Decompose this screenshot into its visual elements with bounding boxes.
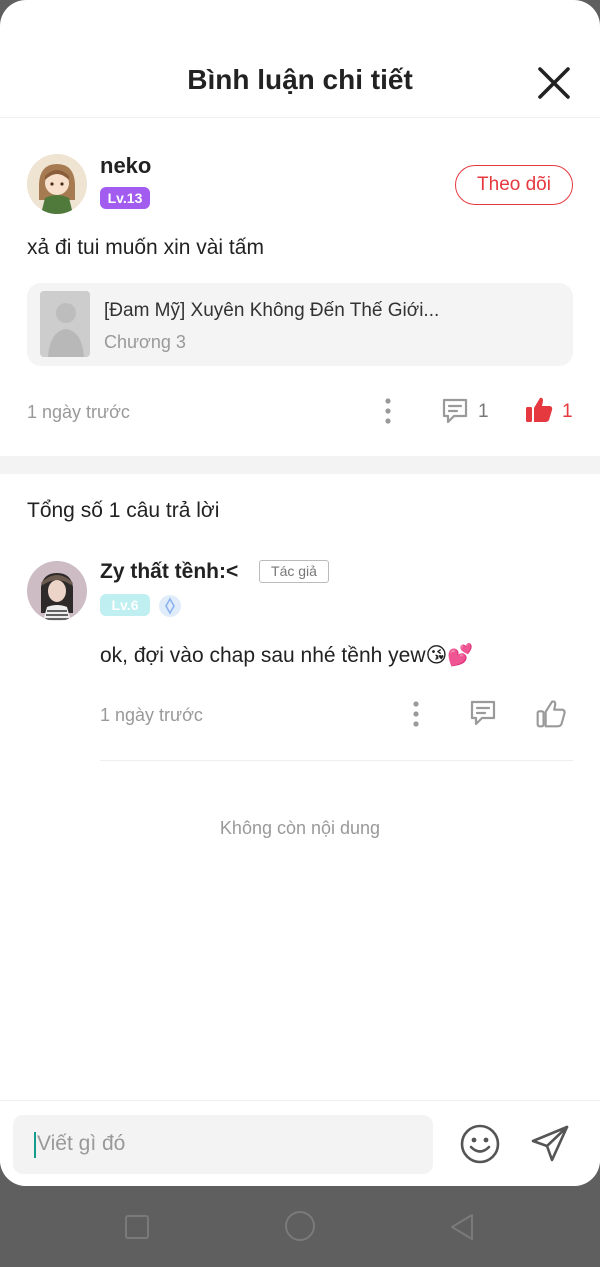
avatar-image <box>27 561 87 621</box>
emoji-icon[interactable] <box>459 1123 501 1165</box>
close-icon[interactable] <box>535 64 573 102</box>
comment-icon[interactable] <box>440 396 470 426</box>
comment-detail-sheet: Bình luận chi tiết neko Lv.13 Theo dõi x… <box>0 0 600 1186</box>
avatar[interactable] <box>27 561 87 621</box>
nav-square-icon[interactable] <box>124 1214 150 1240</box>
chapter-thumbnail <box>40 291 90 357</box>
diamond-badge-icon <box>159 595 181 617</box>
system-nav-bar <box>0 1186 600 1267</box>
author-tag: Tác giả <box>259 560 329 583</box>
chapter-subtitle: Chương 3 <box>104 332 186 352</box>
page-title: Bình luận chi tiết <box>187 64 413 95</box>
reply-count: 1 <box>478 401 489 422</box>
chapter-card[interactable]: [Đam Mỹ] Xuyên Không Đến Thế Giới... Chư… <box>27 283 573 366</box>
nav-back-icon[interactable] <box>448 1212 476 1242</box>
input-placeholder: Viết gì đó <box>37 1132 126 1155</box>
section-divider <box>0 456 600 474</box>
avatar-image <box>27 154 87 214</box>
comment-input[interactable]: Viết gì đó <box>13 1115 433 1174</box>
replies-title: Tổng số 1 câu trả lời <box>27 499 220 522</box>
reply-separator <box>100 760 573 761</box>
header: Bình luận chi tiết <box>0 0 600 118</box>
text-caret <box>34 1132 36 1158</box>
level-badge: Lv.6 <box>100 594 150 616</box>
more-icon[interactable] <box>380 396 396 426</box>
composer-bar: Viết gì đó <box>0 1100 600 1186</box>
reply-time: 1 ngày trước <box>100 705 203 725</box>
username[interactable]: Zy thất tềnh:< <box>100 560 238 584</box>
comment-icon[interactable] <box>468 698 498 728</box>
thumbs-up-icon[interactable] <box>535 698 567 730</box>
avatar[interactable] <box>27 154 87 214</box>
send-icon[interactable] <box>529 1123 571 1165</box>
comment-time: 1 ngày trước <box>27 402 130 422</box>
thumbs-up-icon[interactable] <box>524 395 554 425</box>
like-count: 1 <box>562 401 573 422</box>
nav-circle-icon[interactable] <box>284 1210 316 1242</box>
end-of-content-note: Không còn nội dung <box>219 818 381 838</box>
comment-text: xả đi tui muốn xin vài tấm <box>27 236 264 259</box>
chapter-title: [Đam Mỹ] Xuyên Không Đến Thế Giới... <box>104 300 440 321</box>
username[interactable]: neko <box>100 153 151 179</box>
reply-text: ok, đợi vào chap sau nhé tềnh yew😘💕 <box>100 644 474 667</box>
level-badge: Lv.13 <box>100 187 150 209</box>
more-icon[interactable] <box>408 699 424 729</box>
follow-button[interactable]: Theo dõi <box>455 165 573 205</box>
